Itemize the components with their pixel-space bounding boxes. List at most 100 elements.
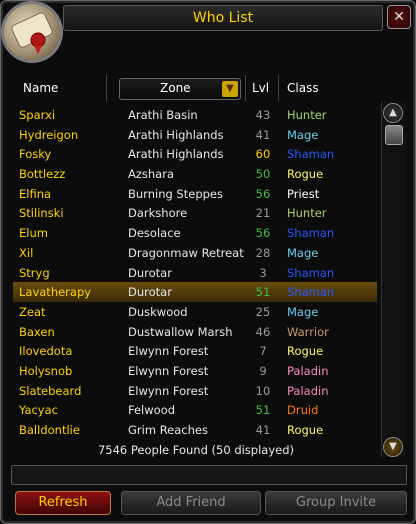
table-row[interactable]: Lavatherapy Durotar 51 Shaman	[13, 282, 377, 302]
player-name: Xil	[19, 245, 34, 260]
scroll-thumb[interactable]	[385, 125, 403, 145]
table-row[interactable]: Bottlezz Azshara 50 Rogue	[13, 164, 377, 184]
player-zone: Arathi Basin	[128, 108, 198, 122]
table-row[interactable]: Sparxi Arathi Basin 43 Hunter	[13, 105, 377, 125]
player-name: Hydreigon	[19, 127, 79, 142]
player-zone: Darkshore	[128, 206, 188, 221]
player-class: Hunter	[287, 206, 327, 221]
player-level: 51	[255, 403, 271, 418]
table-row[interactable]: Xil Dragonmaw Retreat 28 Mage	[13, 243, 377, 263]
player-level: 56	[255, 186, 271, 201]
player-class: Rogue	[287, 344, 324, 359]
player-class: Rogue	[287, 423, 324, 437]
table-row[interactable]: Baxen Dustwallow Marsh 46 Warrior	[13, 322, 377, 342]
player-name: Slatebeard	[19, 383, 82, 398]
player-zone: Durotar	[128, 285, 172, 300]
player-zone: Felwood	[128, 403, 176, 418]
player-level: 50	[255, 167, 271, 182]
player-name: Sparxi	[19, 108, 56, 122]
player-class: Mage	[287, 245, 319, 260]
add-friend-button[interactable]: Add Friend	[121, 491, 261, 515]
player-level: 46	[255, 324, 271, 339]
table-row[interactable]: Yacyac Felwood 51 Druid	[13, 400, 377, 420]
scrollbar[interactable]	[381, 101, 406, 457]
close-button[interactable]: ✕	[387, 5, 411, 29]
chevron-up-icon: ▲	[389, 107, 397, 118]
who-list-window: Who List ✕ Name Zone ▼ Lvl Class Sparxi A…	[0, 0, 416, 524]
window-title: Who List	[192, 10, 254, 26]
scroll-down-button[interactable]: ▼	[383, 437, 403, 457]
table-row[interactable]: Stilinski Darkshore 21 Hunter	[13, 203, 377, 223]
table-row[interactable]: Hydreigon Arathi Highlands 41 Mage	[13, 125, 377, 145]
player-class: Paladin	[287, 383, 329, 398]
player-class: Rogue	[287, 167, 324, 182]
table-row[interactable]: Holysnob Elwynn Forest 9 Paladin	[13, 361, 377, 381]
player-zone: Elwynn Forest	[128, 363, 209, 378]
player-class: Paladin	[287, 363, 329, 378]
player-name: Zeat	[19, 304, 46, 319]
player-class: Shaman	[287, 265, 335, 280]
player-class: Shaman	[287, 285, 335, 300]
player-name: Stryg	[19, 265, 50, 280]
player-level: 43	[255, 108, 271, 122]
player-level: 25	[255, 304, 271, 319]
column-headers: Name Zone ▼ Lvl Class	[13, 75, 409, 101]
player-class: Druid	[287, 403, 319, 418]
player-name: Stilinski	[19, 206, 64, 221]
player-class: Shaman	[287, 226, 335, 241]
title-bar[interactable]: Who List	[63, 5, 383, 31]
player-zone: Azshara	[128, 167, 175, 182]
player-level: 56	[255, 226, 271, 241]
who-search-input[interactable]	[11, 465, 407, 485]
column-header-class[interactable]: Class	[279, 75, 379, 101]
column-header-level[interactable]: Lvl	[245, 75, 279, 101]
group-invite-button[interactable]: Group Invite	[265, 491, 407, 515]
player-name: Lavatherapy	[19, 285, 92, 300]
chevron-down-icon: ▼	[389, 441, 397, 452]
table-row[interactable]: Balldontlie Grim Reaches 41 Rogue	[13, 420, 377, 440]
player-zone: Grim Reaches	[128, 423, 208, 437]
player-class: Mage	[287, 304, 319, 319]
table-row[interactable]: Ilovedota Elwynn Forest 7 Rogue	[13, 341, 377, 361]
player-name: Holysnob	[19, 363, 73, 378]
column-header-name-label: Name	[23, 81, 59, 95]
zone-dropdown[interactable]: Zone ▼	[119, 78, 241, 100]
scroll-portrait-icon	[1, 1, 63, 63]
table-row[interactable]: Zeat Duskwood 25 Mage	[13, 302, 377, 322]
who-list: Sparxi Arathi Basin 43 Hunter Hydreigon Arath…	[13, 105, 377, 443]
player-zone: Dustwallow Marsh	[128, 324, 233, 339]
table-row[interactable]: Elfina Burning Steppes 56 Priest	[13, 184, 377, 204]
player-zone: Elwynn Forest	[128, 344, 209, 359]
player-zone: Burning Steppes	[128, 186, 223, 201]
player-zone: Elwynn Forest	[128, 383, 209, 398]
player-name: Yacyac	[19, 403, 58, 418]
refresh-button[interactable]: Refresh	[15, 491, 111, 515]
player-level: 10	[255, 383, 271, 398]
table-row[interactable]: Fosky Arathi Highlands 60 Shaman	[13, 144, 377, 164]
player-level: 21	[255, 206, 271, 221]
player-name: Fosky	[19, 147, 52, 162]
player-level: 28	[255, 245, 271, 260]
table-row[interactable]: Stryg Durotar 3 Shaman	[13, 263, 377, 283]
player-zone: Dragonmaw Retreat	[128, 245, 244, 260]
player-zone: Arathi Highlands	[128, 127, 224, 142]
column-header-class-label: Class	[287, 81, 319, 95]
player-level: 51	[255, 285, 271, 300]
player-class: Shaman	[287, 147, 335, 162]
zone-dropdown-label: Zone	[160, 81, 191, 95]
table-row[interactable]: Elum Desolace 56 Shaman	[13, 223, 377, 243]
table-row[interactable]: Slatebeard Elwynn Forest 10 Paladin	[13, 381, 377, 401]
column-header-name[interactable]: Name	[13, 75, 107, 101]
player-level: 41	[255, 127, 271, 142]
player-class: Priest	[287, 186, 320, 201]
player-class: Mage	[287, 127, 319, 142]
player-name: Baxen	[19, 324, 55, 339]
player-level: 60	[255, 147, 271, 162]
player-name: Balldontlie	[19, 423, 80, 437]
player-zone: Arathi Highlands	[128, 147, 224, 162]
scroll-up-button[interactable]: ▲	[383, 103, 403, 123]
player-name: Elfina	[19, 186, 52, 201]
player-zone: Duskwood	[128, 304, 188, 319]
player-name: Elum	[19, 226, 48, 241]
player-class: Hunter	[287, 108, 327, 122]
